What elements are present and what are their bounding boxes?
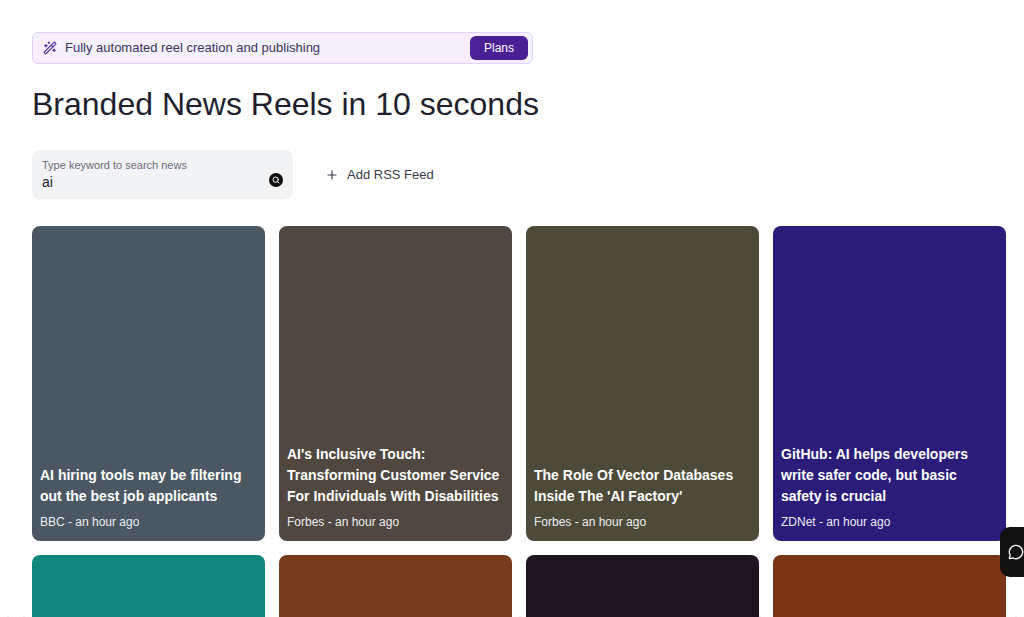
- news-card[interactable]: AI's Inclusive Touch: Transforming Custo…: [279, 226, 512, 541]
- add-rss-feed-button[interactable]: Add RSS Feed: [325, 165, 434, 185]
- page: Fully automated reel creation and publis…: [0, 0, 1024, 617]
- news-title: AI hiring tools may be filtering out the…: [40, 465, 257, 507]
- news-card[interactable]: AI hiring tools may be filtering out the…: [32, 226, 265, 541]
- search-label: Type keyword to search news: [42, 158, 187, 173]
- news-grid: AI hiring tools may be filtering out the…: [32, 226, 992, 617]
- news-source: BBC - an hour ago: [40, 513, 257, 531]
- chat-button[interactable]: [1000, 527, 1024, 577]
- banner-text: Fully automated reel creation and publis…: [65, 38, 320, 58]
- news-card[interactable]: [32, 555, 265, 617]
- search-value: ai: [42, 173, 187, 191]
- page-heading: Branded News Reels in 10 seconds: [32, 84, 992, 124]
- news-card[interactable]: [773, 555, 1006, 617]
- search-field[interactable]: Type keyword to search newsai: [32, 150, 293, 199]
- news-title: AI's Inclusive Touch: Transforming Custo…: [287, 444, 504, 507]
- chat-icon: [1008, 544, 1024, 560]
- news-source: Forbes - an hour ago: [287, 513, 504, 531]
- news-card[interactable]: GitHub: AI helps developers write safer …: [773, 226, 1006, 541]
- news-title: The Role Of Vector Databases Inside The …: [534, 465, 751, 507]
- news-title: GitHub: AI helps developers write safer …: [781, 444, 998, 507]
- promo-banner: Fully automated reel creation and publis…: [32, 32, 533, 64]
- search-icon[interactable]: [269, 173, 283, 187]
- news-card[interactable]: The Role Of Vector Databases Inside The …: [526, 226, 759, 541]
- news-card[interactable]: [526, 555, 759, 617]
- news-card[interactable]: [279, 555, 512, 617]
- news-source: Forbes - an hour ago: [534, 513, 751, 531]
- news-source: ZDNet - an hour ago: [781, 513, 998, 531]
- plans-button[interactable]: Plans: [470, 36, 528, 60]
- magic-wand-icon: [43, 41, 57, 55]
- plus-icon: [325, 168, 339, 182]
